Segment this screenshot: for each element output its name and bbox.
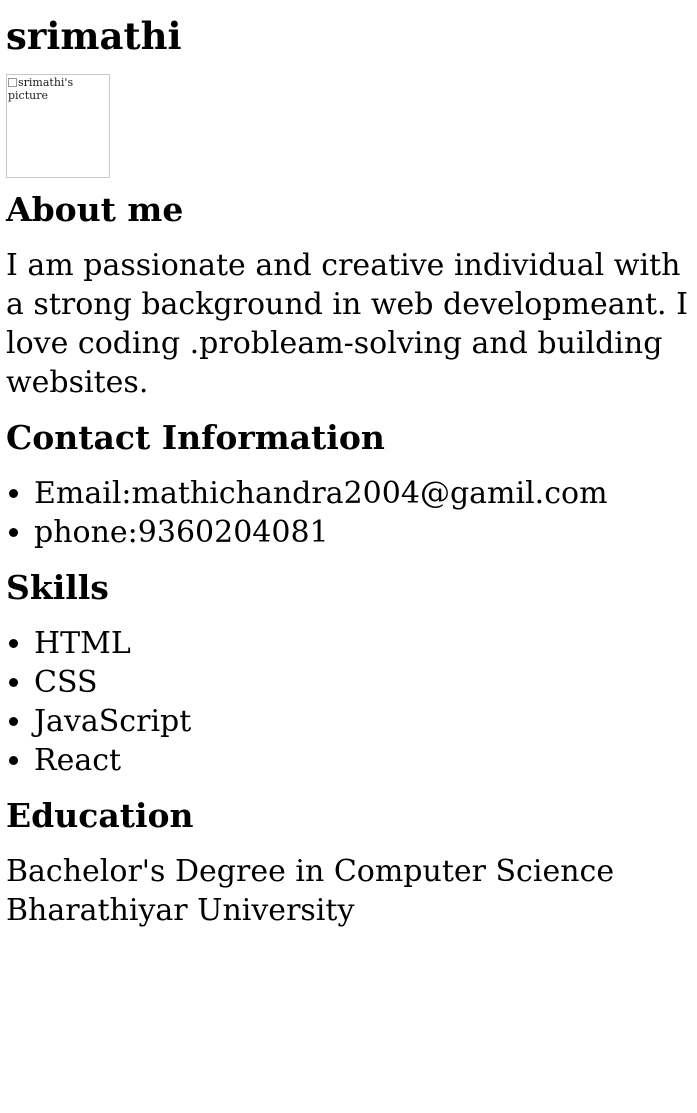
- contact-email: Email:mathichandra2004@gamil.com: [34, 474, 691, 513]
- education-university: Bharathiyar University: [6, 893, 355, 928]
- page-title: srimathi: [6, 14, 182, 58]
- about-text: I am passionate and creative individual …: [6, 248, 688, 400]
- contact-list: Email:mathichandra2004@gamil.com phone:9…: [6, 474, 691, 552]
- resume-page: srimathi srimathi's picture About me I a…: [0, 0, 697, 930]
- about-heading: About me: [6, 190, 184, 229]
- contact-phone: phone:9360204081: [34, 513, 691, 552]
- broken-image-icon: [8, 78, 17, 87]
- skill-item: HTML: [34, 624, 691, 663]
- education-heading: Education: [6, 796, 194, 835]
- skills-list: HTML CSS JavaScript React: [6, 624, 691, 780]
- contact-heading: Contact Information: [6, 418, 385, 457]
- profile-picture: srimathi's picture: [6, 74, 110, 178]
- education-degree: Bachelor's Degree in Computer Science: [6, 854, 615, 889]
- education-details: Bachelor's Degree in Computer Science Bh…: [6, 852, 691, 930]
- skills-heading: Skills: [6, 568, 109, 607]
- skill-item: JavaScript: [34, 702, 691, 741]
- skill-item: React: [34, 741, 691, 780]
- profile-picture-alt-text: srimathi's picture: [8, 76, 74, 102]
- skill-item: CSS: [34, 663, 691, 702]
